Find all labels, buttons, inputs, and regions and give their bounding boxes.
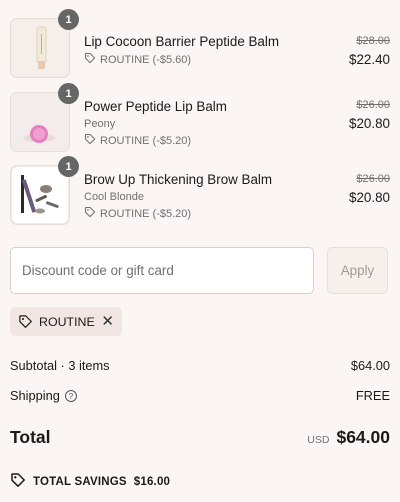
discount-allocation: ROUTINE (-$5.20) <box>84 206 314 222</box>
tag-icon <box>18 314 33 329</box>
question-circle-icon[interactable]: ? <box>64 389 77 402</box>
product-variant: Cool Blonde <box>84 191 144 203</box>
discount-allocation: ROUTINE (-$5.60) <box>84 52 314 68</box>
discount-text: ROUTINE (-$5.20) <box>100 135 192 147</box>
total-row: Total USD $64.00 <box>10 427 390 448</box>
price: $20.80 <box>349 190 390 205</box>
total-label: Total <box>10 427 51 447</box>
savings-tag-icon <box>10 472 26 491</box>
shipping-row: Shipping ? FREE <box>10 388 390 403</box>
order-summary: 1 Lip Cocoon Barrier Peptide Balm ROUTIN… <box>0 0 400 502</box>
subtotal-row: Subtotal · 3 items $64.00 <box>10 358 390 373</box>
product-image-power-peptide: 1 <box>10 83 79 152</box>
product-variant: Peony <box>84 118 116 130</box>
line-item: 1 Brow Up Thickening Brow Balm Cool Blon… <box>10 156 390 225</box>
price: $20.80 <box>349 116 390 131</box>
line-item: 1 Lip Cocoon Barrier Peptide Balm ROUTIN… <box>10 9 390 78</box>
savings-value: $16.00 <box>133 475 171 488</box>
subtotal-label: Subtotal · 3 items <box>10 358 110 373</box>
quantity-badge: 1 <box>58 9 79 30</box>
tag-icon <box>84 52 96 68</box>
discount-code-input[interactable] <box>10 247 314 294</box>
discount-text: ROUTINE (-$5.60) <box>100 54 192 66</box>
product-image-brow-up: 1 <box>10 156 79 225</box>
tag-icon <box>84 133 96 149</box>
savings-label: TOTAL SAVINGS <box>33 475 127 488</box>
shipping-label: Shipping <box>10 388 60 403</box>
product-name: Brow Up Thickening Brow Balm <box>84 172 273 187</box>
quantity-badge: 1 <box>58 156 79 177</box>
apply-button[interactable]: Apply <box>327 247 388 294</box>
product-name: Power Peptide Lip Balm <box>84 99 227 114</box>
product-image-lip-cocoon: 1 <box>10 9 79 78</box>
tag-icon <box>84 206 96 222</box>
applied-code-label: ROUTINE <box>39 314 95 329</box>
discount-text: ROUTINE (-$5.20) <box>100 208 192 220</box>
compare-price: $28.00 <box>356 35 390 47</box>
compare-price: $26.00 <box>356 99 390 111</box>
product-name: Lip Cocoon Barrier Peptide Balm <box>84 34 280 49</box>
total-value: $64.00 <box>336 427 390 447</box>
compare-price: $26.00 <box>356 173 390 185</box>
total-savings: TOTAL SAVINGS $16.00 <box>10 472 170 491</box>
discount-allocation: ROUTINE (-$5.20) <box>84 133 314 149</box>
subtotal-value: $64.00 <box>350 358 390 373</box>
applied-discount-chip: ROUTINE ✕ <box>10 307 122 336</box>
quantity-badge: 1 <box>58 83 79 104</box>
currency-code: USD <box>307 434 330 446</box>
shipping-value: FREE <box>355 388 390 403</box>
remove-discount-close-icon[interactable]: ✕ <box>101 314 114 329</box>
line-item: 1 Power Peptide Lip Balm Peony ROUTINE (… <box>10 83 390 152</box>
price: $22.40 <box>349 52 390 67</box>
